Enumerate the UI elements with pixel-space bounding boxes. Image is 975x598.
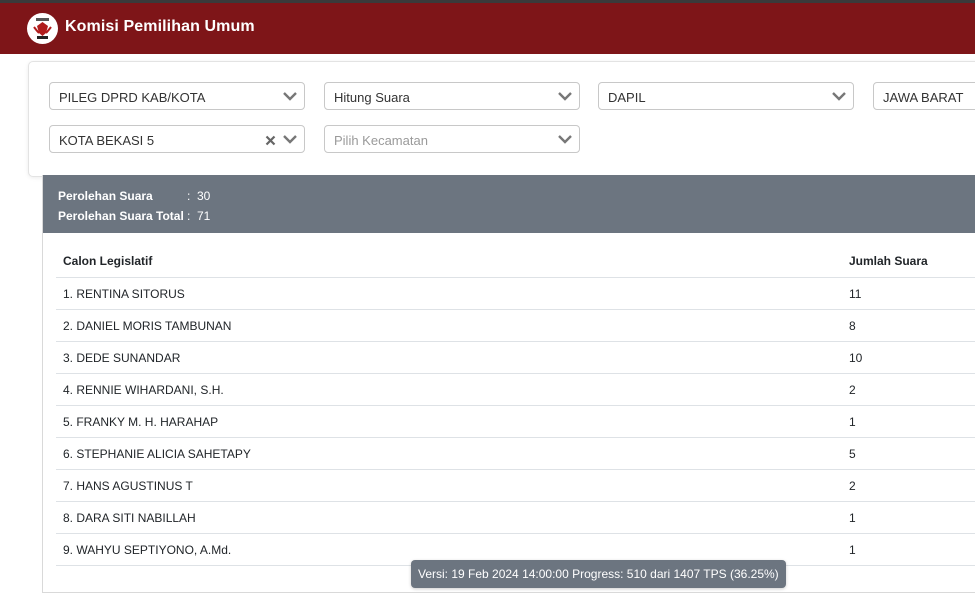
election-type-select[interactable]: PILEG DPRD KAB/KOTA xyxy=(49,82,305,110)
version-progress-badge: Versi: 19 Feb 2024 14:00:00 Progress: 51… xyxy=(411,560,786,588)
votes-colon: : xyxy=(187,189,191,203)
chevron-down-icon xyxy=(283,135,297,144)
candidate-name: 4. RENNIE WIHARDANI, S.H. xyxy=(56,373,842,406)
table-row: 2. DANIEL MORIS TAMBUNAN 8 xyxy=(56,309,975,342)
mode-select[interactable]: Hitung Suara xyxy=(324,82,580,110)
kpu-logo-icon[interactable] xyxy=(27,13,58,44)
kecamatan-select[interactable]: Pilih Kecamatan xyxy=(324,125,580,153)
app-header: Komisi Pemilihan Umum xyxy=(0,3,975,54)
candidate-votes: 1 xyxy=(842,501,975,534)
candidate-table: Calon Legislatif Jumlah Suara 1. RENTINA… xyxy=(56,245,975,566)
province-value: JAWA BARAT xyxy=(883,90,964,105)
table-row: 8. DARA SITI NABILLAH 1 xyxy=(56,501,975,534)
candidate-votes: 8 xyxy=(842,309,975,342)
table-row: 1. RENTINA SITORUS 11 xyxy=(56,277,975,310)
candidate-votes: 10 xyxy=(842,341,975,374)
app-title[interactable]: Komisi Pemilihan Umum xyxy=(65,18,255,36)
votes-value: 30 xyxy=(197,189,211,203)
level-select[interactable]: DAPIL xyxy=(598,82,854,110)
header-votes: Jumlah Suara xyxy=(842,245,975,278)
header-candidate: Calon Legislatif xyxy=(56,245,842,278)
candidate-votes: 5 xyxy=(842,437,975,470)
level-value: DAPIL xyxy=(608,90,646,105)
candidate-name: 1. RENTINA SITORUS xyxy=(56,277,842,310)
table-row: 5. FRANKY M. H. HARAHAP 1 xyxy=(56,405,975,438)
chevron-down-icon xyxy=(558,135,572,144)
candidate-name: 7. HANS AGUSTINUS T xyxy=(56,469,842,502)
table-row: 7. HANS AGUSTINUS T2 xyxy=(56,469,975,502)
dapil-value: KOTA BEKASI 5 xyxy=(59,133,155,148)
total-votes-colon: : xyxy=(187,209,191,223)
clear-icon[interactable] xyxy=(265,135,276,146)
mode-value: Hitung Suara xyxy=(334,90,410,105)
chevron-down-icon xyxy=(558,92,572,101)
candidate-votes: 1 xyxy=(842,533,975,566)
chevron-down-icon xyxy=(283,92,297,101)
candidate-votes: 11 xyxy=(842,277,975,310)
candidate-name: 6. STEPHANIE ALICIA SAHETAPY xyxy=(56,437,842,470)
candidate-name: 8. DARA SITI NABILLAH xyxy=(56,501,842,534)
votes-label: Perolehan Suara xyxy=(58,189,153,203)
candidate-votes: 2 xyxy=(842,373,975,406)
candidate-votes: 2 xyxy=(842,469,975,502)
candidate-name: 3. DEDE SUNANDAR xyxy=(56,341,842,374)
dapil-select[interactable]: KOTA BEKASI 5 xyxy=(49,125,305,153)
province-select[interactable]: JAWA BARAT xyxy=(873,82,975,110)
filter-panel: PILEG DPRD KAB/KOTA Hitung Suara DAPIL J… xyxy=(28,61,975,177)
table-row: 6. STEPHANIE ALICIA SAHETAPY 5 xyxy=(56,437,975,470)
candidate-name: 5. FRANKY M. H. HARAHAP xyxy=(56,405,842,438)
table-header-row: Calon Legislatif Jumlah Suara xyxy=(56,245,975,278)
candidate-name: 2. DANIEL MORIS TAMBUNAN xyxy=(56,309,842,342)
total-votes-value: 71 xyxy=(197,209,211,223)
chevron-down-icon xyxy=(832,92,846,101)
kecamatan-placeholder: Pilih Kecamatan xyxy=(334,133,428,148)
candidate-votes: 1 xyxy=(842,405,975,438)
vote-summary: Perolehan Suara : 30 Perolehan Suara Tot… xyxy=(43,175,975,233)
table-row: 4. RENNIE WIHARDANI, S.H. 2 xyxy=(56,373,975,406)
table-row: 3. DEDE SUNANDAR 10 xyxy=(56,341,975,374)
total-votes-label: Perolehan Suara Total xyxy=(58,209,184,223)
election-type-value: PILEG DPRD KAB/KOTA xyxy=(59,90,206,105)
